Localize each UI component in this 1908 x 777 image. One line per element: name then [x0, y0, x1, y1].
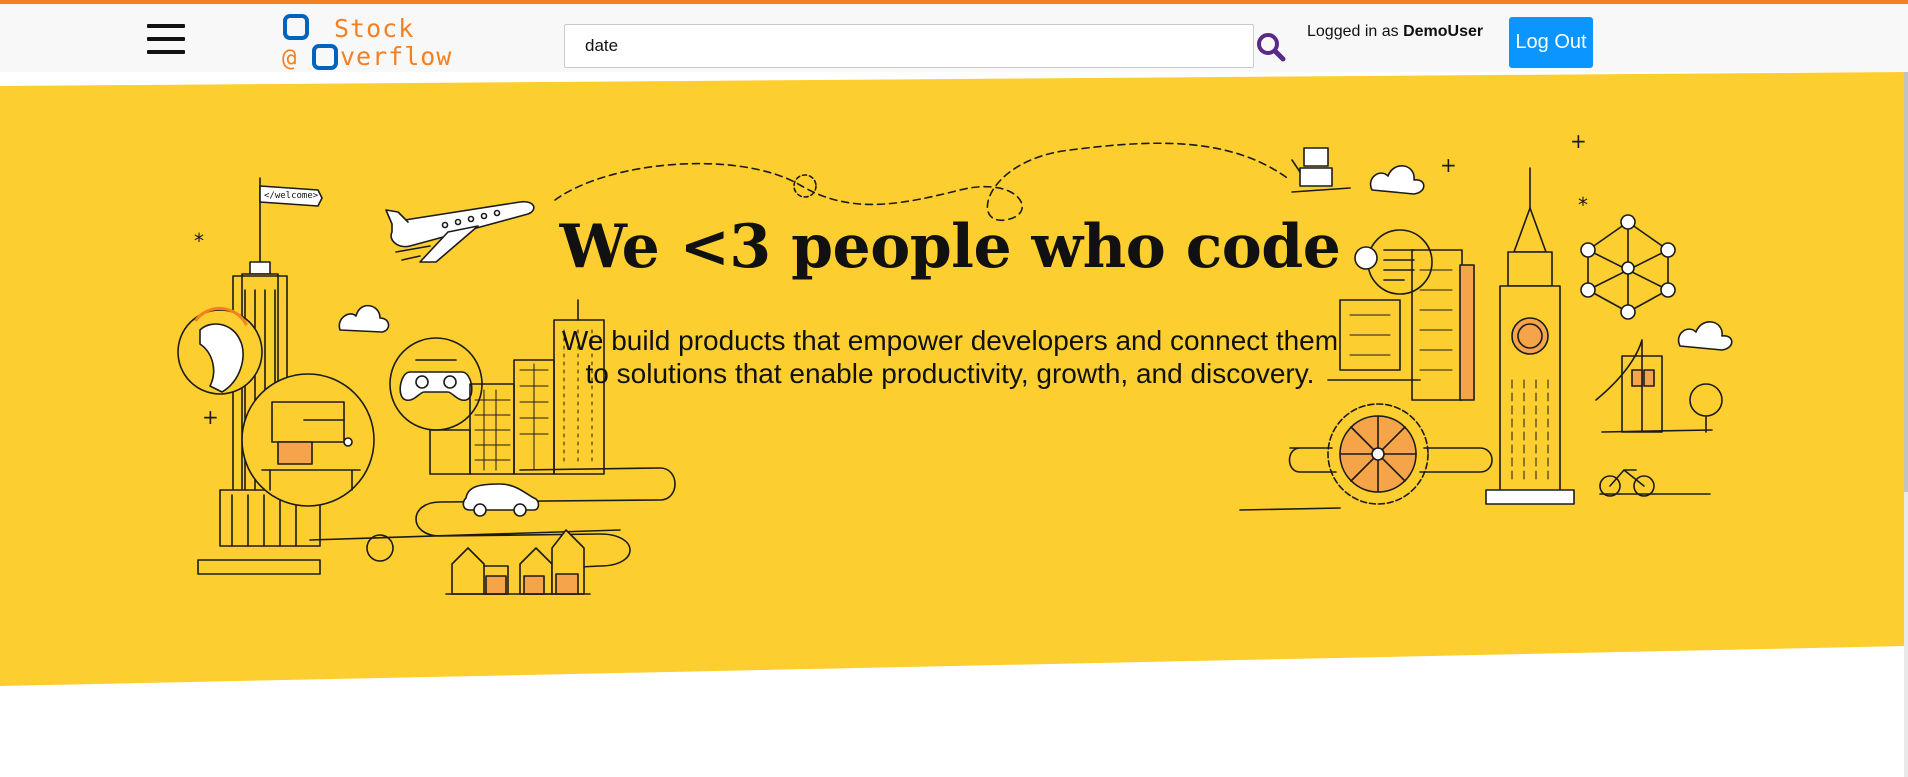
bridge: [1595, 339, 1713, 433]
search-input[interactable]: [564, 24, 1254, 68]
robot-icon: [1291, 147, 1351, 193]
flight-path: [554, 142, 1291, 221]
road-right: [1239, 447, 1711, 511]
car-icon: [462, 483, 540, 517]
menu-icon[interactable]: [147, 24, 185, 56]
unicorn-icon: [177, 306, 263, 395]
ferris-wheel-icon: [1327, 403, 1429, 505]
tree-icon: [1689, 383, 1723, 433]
road: [309, 467, 676, 569]
welcome-flag-label: </welcome>: [264, 191, 319, 201]
login-status-prefix: Logged in as: [1307, 23, 1399, 40]
logo-text-overflow: verflow: [340, 42, 453, 71]
login-username: DemoUser: [1403, 23, 1484, 40]
hero-subtext-line2: to solutions that enable productivity, g…: [585, 358, 1315, 389]
hero-subtext: We build products that empower developer…: [540, 324, 1360, 390]
search-icon[interactable]: [1256, 32, 1286, 62]
logout-button[interactable]: Log Out: [1509, 17, 1593, 68]
hero-headline: We <3 people who code: [559, 212, 1341, 282]
hero-subtext-line1: We build products that empower developer…: [561, 325, 1339, 356]
sparkle-icon: *: [1578, 193, 1588, 217]
cloud-icon: [1369, 165, 1425, 195]
skyscraper: [197, 177, 321, 575]
clock-tower-icon: [1485, 167, 1575, 505]
sparkle-icon: +: [1440, 153, 1457, 177]
network-icon: [1580, 214, 1676, 320]
sparkle-icon: +: [202, 405, 219, 429]
cloud-icon: [1677, 321, 1733, 351]
bicycle-icon: [1599, 469, 1655, 497]
scrollbar-thumb[interactable]: [1904, 72, 1908, 492]
houses: [445, 529, 591, 595]
logo-text-stock: Stock: [334, 14, 415, 43]
top-navbar: @ Stock verflow Logged in as DemoUser Lo…: [0, 0, 1908, 72]
gamepad-icon: [389, 337, 483, 431]
logo-icon: @: [282, 14, 338, 72]
ball-icon: [366, 534, 394, 562]
cloud-icon: [338, 304, 390, 333]
sparkle-icon: *: [194, 229, 204, 253]
site-logo[interactable]: @ Stock verflow: [282, 10, 472, 74]
svg-text:@: @: [282, 44, 296, 72]
workspace-icon: [241, 373, 375, 507]
sparkle-icon: +: [1570, 129, 1587, 153]
login-status: Logged in as DemoUser: [1307, 23, 1483, 41]
